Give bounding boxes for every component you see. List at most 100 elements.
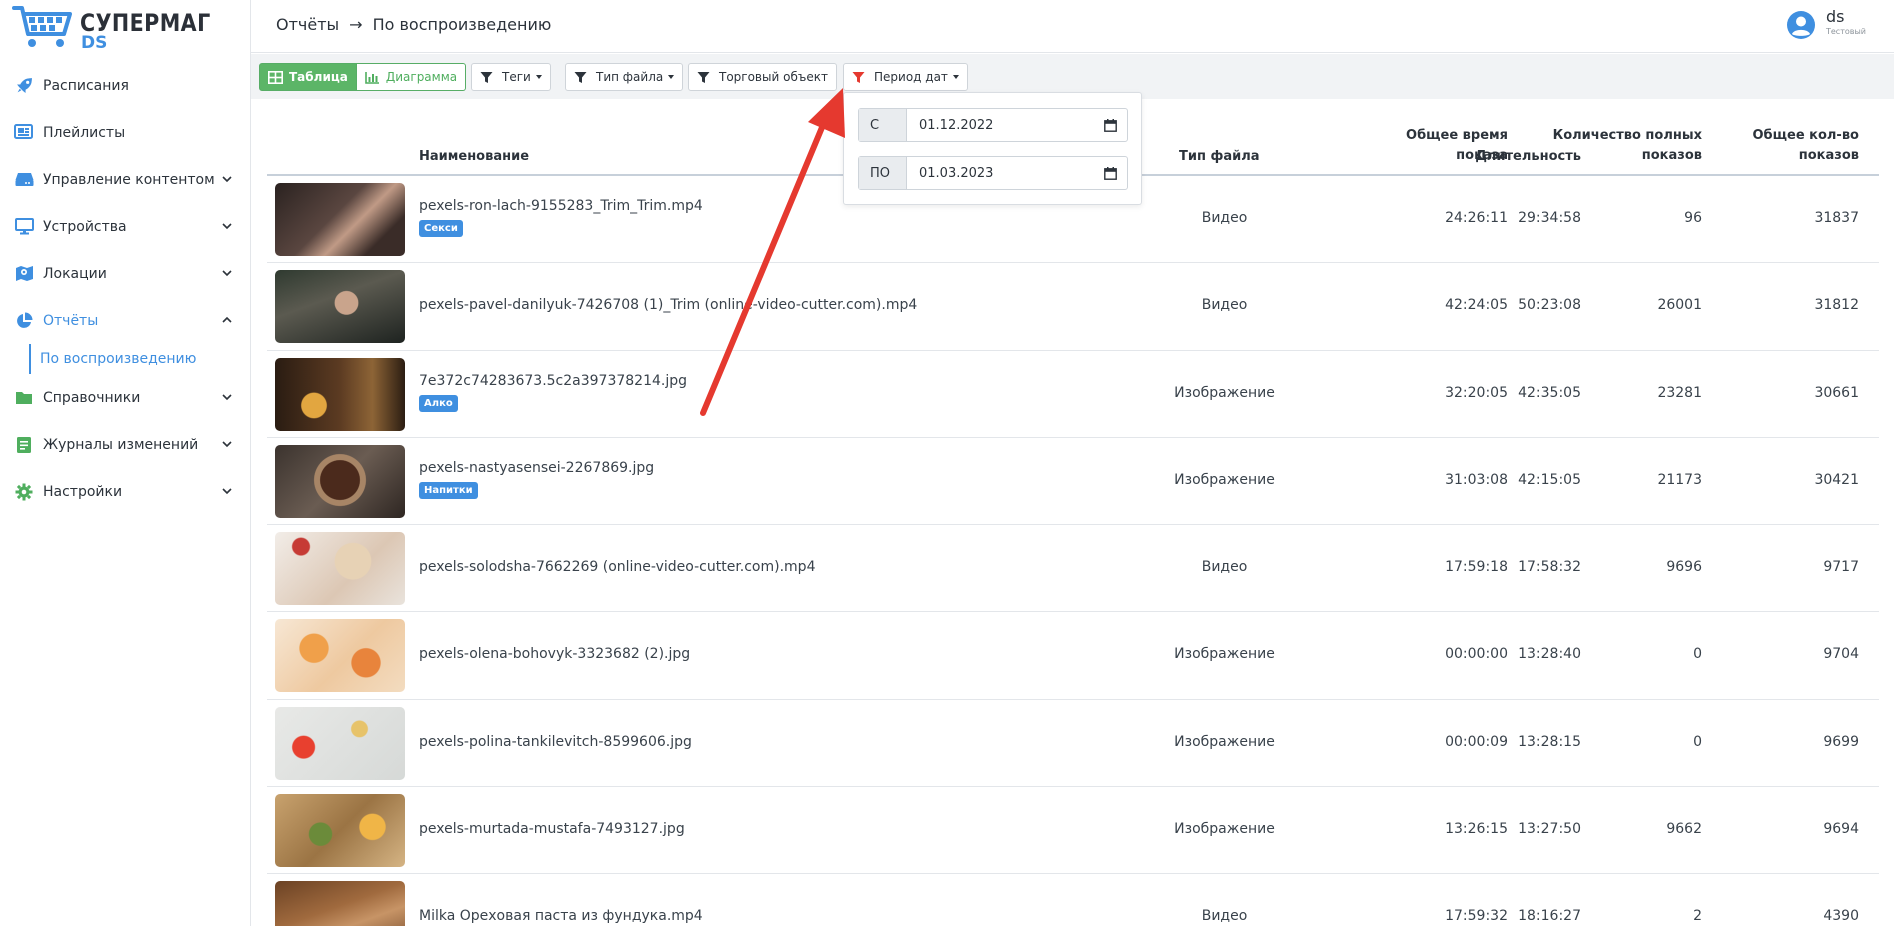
date-to-input[interactable]: 01.03.2023 bbox=[907, 157, 1127, 189]
total-shows-cell: 31812 bbox=[1814, 297, 1859, 314]
user-menu[interactable]: ds Тестовый bbox=[1786, 8, 1866, 40]
filter-icon bbox=[480, 71, 493, 83]
media-thumbnail[interactable] bbox=[275, 183, 405, 256]
table-row[interactable]: Milka Ореховая паста из фундука.mp4 Виде… bbox=[267, 874, 1879, 926]
table-icon bbox=[268, 70, 283, 84]
sidebar-item-schedules[interactable]: Расписания bbox=[0, 62, 251, 109]
column-header-name[interactable]: Наименование bbox=[419, 147, 529, 167]
sidebar-item-devices[interactable]: Устройства bbox=[0, 203, 251, 250]
duration-cell: 42:35:05 bbox=[1518, 384, 1581, 401]
total-time-cell: 00:00:00 bbox=[1445, 646, 1508, 663]
media-thumbnail[interactable] bbox=[275, 794, 405, 868]
column-header-file-type[interactable]: Тип файла bbox=[1179, 147, 1260, 167]
filter-icon bbox=[697, 71, 710, 83]
tag-badge: Алко bbox=[419, 394, 458, 412]
duration-cell: 17:58:32 bbox=[1518, 559, 1581, 576]
file-type-cell: Изображение bbox=[1174, 733, 1275, 750]
column-header-full-shows-line1: Количество полных bbox=[1552, 128, 1702, 143]
sidebar-item-label: Отчёты bbox=[43, 312, 99, 329]
table-row[interactable]: pexels-pavel-danilyuk-7426708 (1)_Trim (… bbox=[267, 263, 1879, 351]
sidebar-item-content-management[interactable]: Управление контентом bbox=[0, 156, 251, 203]
table-row[interactable]: pexels-solodsha-7662269 (online-video-cu… bbox=[267, 525, 1879, 613]
view-toggle: Таблица Диаграмма bbox=[259, 63, 467, 91]
media-name: pexels-ron-lach-9155283_Trim_Trim.mp4 bbox=[419, 198, 703, 214]
full-shows-cell: 23281 bbox=[1657, 384, 1702, 401]
breadcrumb: Отчёты → По воспроизведению bbox=[276, 15, 551, 34]
filter-date-range-button[interactable]: Период дат bbox=[843, 63, 968, 91]
playback-report-table: Наименование Тип файла Длительность Обще… bbox=[267, 99, 1879, 926]
duration-cell: 50:23:08 bbox=[1518, 297, 1581, 314]
file-type-cell: Видео bbox=[1201, 908, 1248, 925]
sidebar-item-change-logs[interactable]: Журналы изменений bbox=[0, 421, 251, 468]
calendar-icon[interactable] bbox=[1104, 167, 1117, 180]
breadcrumb-item-reports[interactable]: Отчёты bbox=[276, 15, 339, 34]
sidebar: СУПЕРМАГ DS Расписания Плейлисты Управле… bbox=[0, 0, 251, 926]
user-role: Тестовый bbox=[1826, 27, 1866, 36]
sidebar-item-label: Настройки bbox=[43, 483, 123, 500]
view-chart-label: Диаграмма bbox=[385, 70, 458, 84]
full-shows-cell: 9662 bbox=[1666, 821, 1702, 838]
chevron-up-icon[interactable] bbox=[221, 314, 233, 326]
table-row[interactable]: pexels-olena-bohovyk-3323682 (2).jpg Изо… bbox=[267, 612, 1879, 700]
media-name: pexels-polina-tankilevitch-8599606.jpg bbox=[419, 733, 692, 750]
logo[interactable]: СУПЕРМАГ DS bbox=[12, 4, 242, 54]
file-type-cell: Видео bbox=[1201, 210, 1248, 226]
sidebar-item-reports[interactable]: Отчёты bbox=[0, 297, 251, 344]
column-header-total-shows[interactable]: Общее кол-во показов bbox=[1699, 126, 1860, 166]
column-header-total-time[interactable]: Общее время показа bbox=[1348, 126, 1508, 166]
total-time-cell: 24:26:11 bbox=[1445, 210, 1508, 226]
table-body: pexels-ron-lach-9155283_Trim_Trim.mp4 Се… bbox=[267, 176, 1879, 926]
total-time-cell: 31:03:08 bbox=[1445, 471, 1508, 488]
date-from-input[interactable]: 01.12.2022 bbox=[907, 109, 1127, 141]
chevron-down-icon[interactable] bbox=[221, 391, 233, 403]
date-from-label: С bbox=[859, 109, 907, 141]
chevron-down-icon[interactable] bbox=[221, 220, 233, 232]
sidebar-item-playlists[interactable]: Плейлисты bbox=[0, 109, 251, 156]
total-time-cell: 17:59:32 bbox=[1445, 908, 1508, 925]
column-header-full-shows[interactable]: Количество полных показов bbox=[1502, 126, 1702, 166]
media-thumbnail[interactable] bbox=[275, 881, 405, 926]
file-type-cell: Изображение bbox=[1174, 384, 1275, 401]
chevron-down-icon[interactable] bbox=[221, 438, 233, 450]
media-thumbnail[interactable] bbox=[275, 532, 405, 606]
full-shows-cell: 2 bbox=[1693, 908, 1702, 925]
sidebar-subitem-playback[interactable]: По воспроизведению bbox=[29, 344, 251, 374]
calendar-icon[interactable] bbox=[1104, 119, 1117, 132]
table-row[interactable]: pexels-nastyasensei-2267869.jpg Напитки … bbox=[267, 438, 1879, 526]
sidebar-item-directories[interactable]: Справочники bbox=[0, 374, 251, 421]
duration-cell: 42:15:05 bbox=[1518, 471, 1581, 488]
table-row[interactable]: pexels-murtada-mustafa-7493127.jpg Изобр… bbox=[267, 787, 1879, 875]
date-from-group: С 01.12.2022 bbox=[858, 108, 1128, 142]
filter-tags-button[interactable]: Теги bbox=[471, 63, 551, 91]
date-from-value: 01.12.2022 bbox=[919, 117, 994, 133]
top-header: Отчёты → По воспроизведению ds Тестовый bbox=[251, 0, 1894, 53]
media-thumbnail[interactable] bbox=[275, 270, 405, 344]
media-thumbnail[interactable] bbox=[275, 357, 405, 431]
table-row[interactable]: pexels-polina-tankilevitch-8599606.jpg И… bbox=[267, 700, 1879, 788]
total-time-cell: 13:26:15 bbox=[1445, 821, 1508, 838]
full-shows-cell: 0 bbox=[1693, 646, 1702, 663]
column-header-total-time-line1: Общее время bbox=[1406, 128, 1508, 143]
media-thumbnail[interactable] bbox=[275, 444, 405, 518]
media-thumbnail[interactable] bbox=[275, 706, 405, 780]
rocket-icon bbox=[14, 76, 34, 96]
filter-active-icon bbox=[852, 71, 865, 83]
table-row[interactable]: 7e372c74283673.5c2a397378214.jpg Алко Из… bbox=[267, 351, 1879, 438]
view-chart-button[interactable]: Диаграмма bbox=[356, 63, 467, 91]
date-to-group: ПО 01.03.2023 bbox=[858, 156, 1128, 190]
chevron-down-icon[interactable] bbox=[221, 173, 233, 185]
file-type-cell: Изображение bbox=[1174, 471, 1275, 488]
media-name: pexels-nastyasensei-2267869.jpg bbox=[419, 459, 655, 476]
filter-file-type-button[interactable]: Тип файла bbox=[565, 63, 684, 91]
sidebar-item-settings[interactable]: Настройки bbox=[0, 468, 251, 515]
media-name: pexels-murtada-mustafa-7493127.jpg bbox=[419, 821, 685, 838]
media-thumbnail[interactable] bbox=[275, 619, 405, 693]
chevron-down-icon[interactable] bbox=[221, 485, 233, 497]
media-name: pexels-pavel-danilyuk-7426708 (1)_Trim (… bbox=[419, 297, 918, 314]
sidebar-item-label: Расписания bbox=[43, 77, 129, 94]
column-header-total-shows-line1: Общее кол-во bbox=[1752, 128, 1860, 143]
view-table-button[interactable]: Таблица bbox=[259, 63, 357, 91]
filter-store-button[interactable]: Торговый объект bbox=[688, 63, 837, 91]
sidebar-item-locations[interactable]: Локации bbox=[0, 250, 251, 297]
chevron-down-icon[interactable] bbox=[221, 267, 233, 279]
